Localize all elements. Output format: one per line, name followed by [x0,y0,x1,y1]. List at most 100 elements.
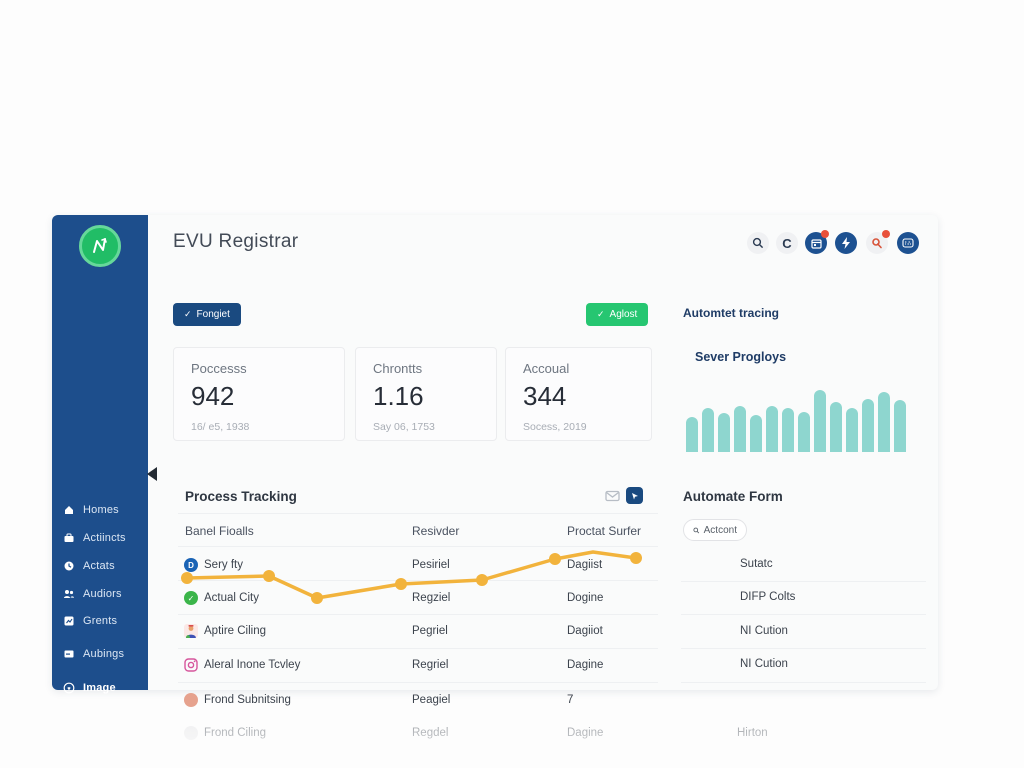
stat-card-chrontts: Chrontts 1.16 Say 06, 1753 [355,347,497,441]
sidebar-item-label: Grents [83,615,117,627]
bar [702,408,714,452]
sidebar-item-aubings[interactable]: Aubings [62,647,124,660]
grid-button[interactable] [897,232,919,254]
automate-search-input[interactable]: Actcont [683,519,747,541]
row-name: Actual City [204,592,259,604]
row-reader: Regziel [412,592,450,604]
stat-caption: 16/ e5, 1938 [191,421,327,433]
bar [814,390,826,452]
heart-icon [62,681,75,694]
list-item[interactable]: DIFP Colts [740,591,795,603]
refresh-button[interactable]: C [776,232,798,254]
row-surfer: Dagine [567,727,603,739]
check-icon: ✓ [597,309,605,320]
stat-caption: Say 06, 1753 [373,421,479,433]
sidebar-item-actats[interactable]: Actats [62,559,115,572]
process-tracking-title: Process Tracking [185,489,297,504]
camera-pink-icon [184,658,198,672]
search-label: Actcont [704,525,737,536]
sidebar-item-audiors[interactable]: Audiors [62,587,122,600]
row-name: Aleral Inone Tcvley [204,659,300,671]
grid-icon [902,237,914,249]
bar [894,400,906,452]
home-icon [62,503,75,516]
automtet-tracing-title: Automtet tracing [683,306,779,320]
sidebar-item-label: Aubings [83,648,124,660]
stat-card-accoual: Accoual 344 Socess, 2019 [505,347,652,441]
card-icon [62,647,75,660]
search-icon [752,237,764,249]
envelope-icon [605,490,620,502]
divider [681,648,926,649]
chart-icon [62,614,75,627]
row-reader: Peagiel [412,694,450,706]
row-reader: Pesiriel [412,559,450,571]
briefcase-icon [62,531,75,544]
ribbon-icon [871,237,883,249]
clock-icon [62,559,75,572]
row-surfer: Dogine [567,592,603,604]
bar [830,402,842,452]
row-name: Sery fty [204,559,243,571]
column-header: Resivder [412,524,459,538]
list-item[interactable]: NI Cution [740,658,788,670]
person-icon [184,624,198,638]
notification-badge [821,230,829,238]
stat-value: 344 [523,381,634,412]
row-extra: Hirton [737,727,768,739]
sidebar-item-label: Actats [83,560,115,572]
divider [681,581,926,582]
bar [734,406,746,452]
column-header: Banel Fioalls [185,524,254,538]
sidebar-item-label: Actiincts [83,532,126,544]
search-button[interactable] [747,232,769,254]
mail-tool-button[interactable] [604,487,621,504]
list-item[interactable]: NI Cution [740,625,788,637]
bar [798,412,810,452]
sidebar-item-label: Audiors [83,588,122,600]
stat-label: Accoual [523,361,634,376]
sidebar-item-grents[interactable]: Grents [62,614,117,627]
bar [686,417,698,452]
aglost-button[interactable]: ✓ Aglost [586,303,648,326]
sidebar-item-image[interactable]: Image [62,681,116,694]
bar [750,415,762,452]
stat-card-poccesss: Poccesss 942 16/ e5, 1938 [173,347,345,441]
dashboard-screen: Homes Actiincts Actats Audiors Grents Au [0,0,1024,768]
row-surfer: 7 [567,694,573,706]
divider [178,513,658,514]
search-icon [693,526,700,535]
sidebar-item-actiincts[interactable]: Actiincts [62,531,126,544]
cursor-tool-button[interactable] [626,487,643,504]
ribbon-button[interactable] [866,232,888,254]
lightning-icon [841,237,851,249]
refresh-c-icon: C [782,236,791,251]
actions-button[interactable] [835,232,857,254]
sever-progloys-title: Sever Progloys [695,350,786,364]
sidebar-item-homes[interactable]: Homes [62,503,119,516]
fongiet-button[interactable]: ✓ Fongiet [173,303,241,326]
stat-caption: Socess, 2019 [523,421,634,433]
users-icon [62,587,75,600]
calendar-button[interactable] [805,232,827,254]
badge-blue-icon: D [184,558,198,572]
bar [782,408,794,452]
stat-label: Chrontts [373,361,479,376]
app-logo [79,225,121,267]
badge-green-icon: ✓ [184,591,198,605]
divider [178,682,658,683]
row-surfer: Dagiist [567,559,602,571]
circle-salmon-icon [184,693,198,707]
row-reader: Pegriel [412,625,448,637]
fongiet-button-label: Fongiet [197,309,230,320]
row-surfer: Dagiiot [567,625,603,637]
automate-form-title: Automate Form [683,489,783,504]
divider [178,580,658,581]
list-item[interactable]: Sutatc [740,558,773,570]
bar [878,392,890,452]
bar [766,406,778,452]
divider [178,648,658,649]
divider [681,614,926,615]
row-reader: Regdel [412,727,448,739]
notification-badge [882,230,890,238]
